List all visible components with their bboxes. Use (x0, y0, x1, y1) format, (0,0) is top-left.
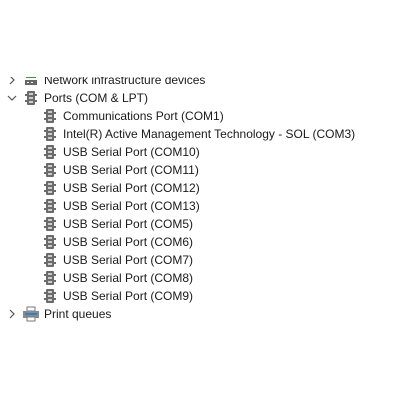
chevron-right-icon[interactable] (6, 77, 18, 89)
serial-port-icon (42, 252, 58, 268)
serial-port-icon (42, 162, 58, 178)
chevron-down-icon[interactable] (6, 89, 18, 107)
device-item[interactable]: USB Serial Port (COM13) (0, 197, 416, 215)
serial-port-icon (42, 288, 58, 304)
serial-port-icon (42, 270, 58, 286)
device-label: USB Serial Port (COM6) (63, 235, 194, 249)
serial-port-icon (42, 216, 58, 232)
serial-port-icon (42, 234, 58, 250)
device-label: USB Serial Port (COM12) (63, 181, 200, 195)
serial-port-icon (42, 144, 58, 160)
serial-port-icon (42, 198, 58, 214)
category-label: Ports (COM & LPT) (44, 91, 149, 105)
device-label: Communications Port (COM1) (63, 109, 224, 123)
device-label: Intel(R) Active Management Technology - … (63, 127, 356, 141)
device-label: USB Serial Port (COM11) (63, 163, 199, 177)
device-item[interactable]: USB Serial Port (COM9) (0, 287, 416, 305)
category-label: Print queues (44, 307, 112, 321)
category-ports[interactable]: Ports (COM & LPT) (0, 89, 416, 107)
port-icon (22, 90, 40, 106)
device-item[interactable]: USB Serial Port (COM12) (0, 179, 416, 197)
device-item[interactable]: USB Serial Port (COM11) (0, 161, 416, 179)
device-label: USB Serial Port (COM9) (63, 289, 194, 303)
category-network-infrastructure-devices[interactable]: Network infrastructure devices (0, 77, 416, 89)
serial-port-icon (42, 108, 58, 124)
device-tree: Network infrastructure devices Ports (CO… (0, 77, 416, 323)
device-label: USB Serial Port (COM10) (63, 145, 200, 159)
serial-port-icon (42, 126, 58, 142)
device-label: USB Serial Port (COM8) (63, 271, 194, 285)
device-item[interactable]: USB Serial Port (COM10) (0, 143, 416, 161)
device-item[interactable]: USB Serial Port (COM5) (0, 215, 416, 233)
category-label: Network infrastructure devices (44, 77, 206, 87)
device-item[interactable]: USB Serial Port (COM7) (0, 251, 416, 269)
chevron-right-icon[interactable] (6, 305, 18, 323)
device-item[interactable]: Intel(R) Active Management Technology - … (0, 125, 416, 143)
device-label: USB Serial Port (COM7) (63, 253, 194, 267)
device-item[interactable]: USB Serial Port (COM6) (0, 233, 416, 251)
device-item[interactable]: USB Serial Port (COM8) (0, 269, 416, 287)
category-print-queues[interactable]: Print queues (0, 305, 416, 323)
printer-icon (22, 306, 40, 322)
device-item[interactable]: Communications Port (COM1) (0, 107, 416, 125)
device-label: USB Serial Port (COM5) (63, 217, 194, 231)
network-infrastructure-icon (22, 77, 40, 88)
serial-port-icon (42, 180, 58, 196)
device-label: USB Serial Port (COM13) (63, 199, 200, 213)
